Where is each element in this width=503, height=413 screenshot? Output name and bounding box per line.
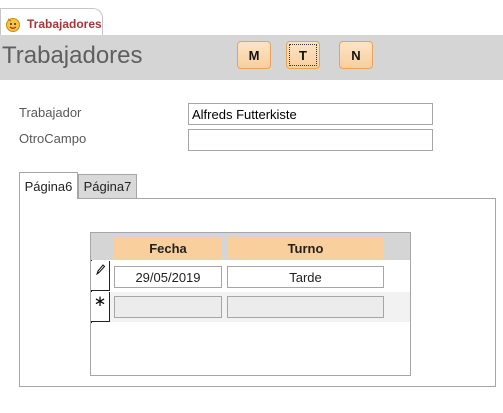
otrocampo-field[interactable] [188, 129, 433, 151]
tab-pagina7[interactable]: Página7 [78, 174, 137, 198]
document-tab-trabajadores[interactable]: Trabajadores [0, 8, 103, 35]
document-tab-strip: Trabajadores [0, 0, 503, 35]
n-button[interactable]: N [339, 41, 373, 69]
page-title: Trabajadores [2, 42, 143, 69]
new-record-icon: ∗ [93, 293, 107, 310]
t-button[interactable]: T [286, 41, 320, 69]
tab-pagina6[interactable]: Página6 [19, 172, 78, 199]
turno-cell[interactable]: Tarde [227, 266, 384, 288]
document-tab-label: Trabajadores [27, 17, 102, 31]
form-icon [6, 18, 20, 32]
column-header-fecha[interactable]: Fecha [114, 237, 222, 259]
new-record-selector[interactable]: ∗ [91, 292, 110, 322]
trabajador-label: Trabajador [19, 105, 82, 120]
datasheet-subform: Fecha Turno 29/05/2019 Tarde ∗ [90, 232, 411, 376]
m-button[interactable]: M [237, 41, 271, 69]
otrocampo-label: OtroCampo [19, 131, 87, 146]
column-header-turno[interactable]: Turno [227, 237, 384, 259]
pencil-icon [96, 264, 105, 275]
trabajador-field[interactable] [188, 103, 433, 125]
fecha-cell-new[interactable] [114, 296, 222, 318]
turno-cell-new[interactable] [227, 296, 384, 318]
record-selector[interactable] [91, 261, 110, 291]
fecha-cell[interactable]: 29/05/2019 [114, 266, 222, 288]
form-header: Trabajadores M T N [0, 35, 503, 80]
